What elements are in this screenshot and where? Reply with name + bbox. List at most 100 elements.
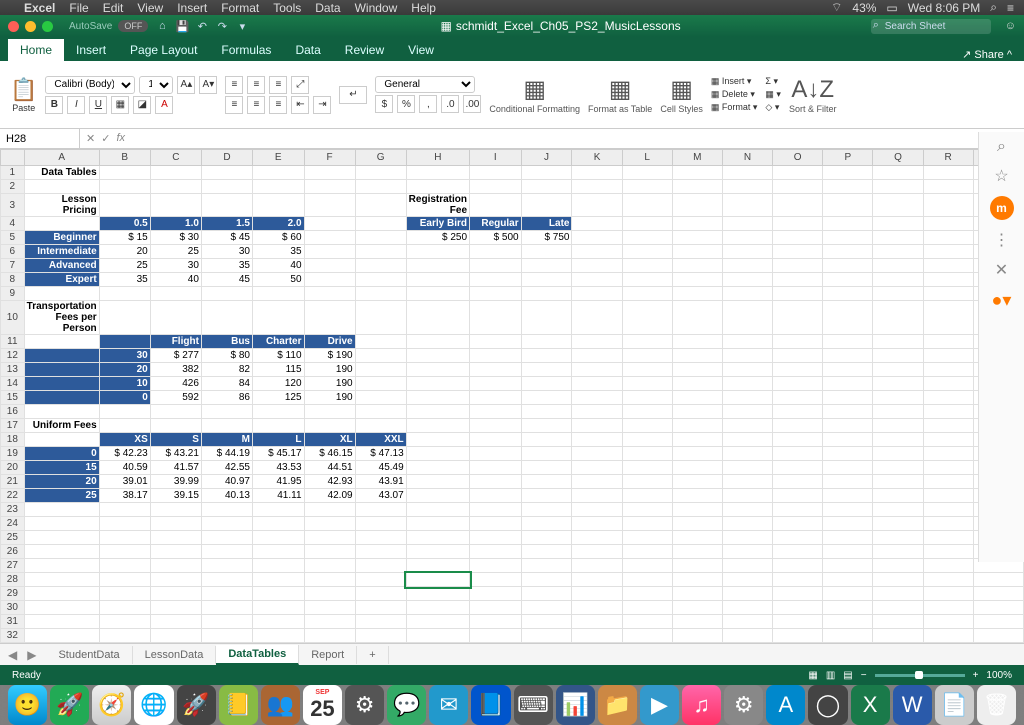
dec-decimal-icon[interactable]: .00: [463, 95, 481, 113]
dock-excel-icon[interactable]: X: [851, 685, 890, 725]
fx-icon[interactable]: fx: [116, 132, 125, 145]
dock-safari-icon[interactable]: 🧭: [92, 685, 131, 725]
italic-button[interactable]: I: [67, 96, 85, 114]
dock-appstore-icon[interactable]: A: [766, 685, 805, 725]
currency-icon[interactable]: $: [375, 95, 393, 113]
percent-icon[interactable]: %: [397, 95, 415, 113]
cell-styles-button[interactable]: ▦Cell Styles: [660, 75, 703, 114]
ribbon-search-icon[interactable]: ⌕: [997, 138, 1006, 156]
notifications-icon[interactable]: ≡: [1007, 1, 1014, 15]
format-as-table-button[interactable]: ▦Format as Table: [588, 75, 652, 114]
close-pane-icon[interactable]: ✕: [995, 260, 1008, 280]
paste-button[interactable]: 📋Paste: [10, 77, 37, 113]
sheet-tab-lessondata[interactable]: LessonData: [133, 646, 217, 664]
wrap-text-icon[interactable]: ↵: [339, 86, 367, 104]
sheet-tab-datatables[interactable]: DataTables: [216, 645, 299, 665]
sort-filter-button[interactable]: A↓ZSort & Filter: [789, 76, 837, 114]
qat-home-icon[interactable]: ⌂: [154, 20, 170, 33]
dock-app7-icon[interactable]: ◯: [808, 685, 847, 725]
menu-help[interactable]: Help: [411, 1, 436, 15]
add-sheet-button[interactable]: +: [357, 646, 388, 664]
sheet-tab-report[interactable]: Report: [299, 646, 357, 664]
tab-view[interactable]: View: [396, 39, 446, 61]
clear-button[interactable]: ◇ ▾: [765, 102, 781, 113]
delete-cells-button[interactable]: ▦ Delete ▾: [711, 89, 758, 100]
spotlight-icon[interactable]: ⌕: [990, 0, 997, 15]
bold-button[interactable]: B: [45, 96, 63, 114]
sheet-nav-prev-icon[interactable]: ◀: [8, 648, 17, 662]
align-top-icon[interactable]: ≡: [225, 76, 243, 94]
menu-view[interactable]: View: [137, 1, 163, 15]
menu-format[interactable]: Format: [221, 1, 259, 15]
dock-settings-icon[interactable]: ⚙: [724, 685, 763, 725]
number-format-selector[interactable]: General: [375, 76, 475, 93]
tab-review[interactable]: Review: [333, 39, 396, 61]
underline-button[interactable]: U: [89, 96, 107, 114]
name-box[interactable]: H28: [0, 129, 80, 148]
dock-launchpad-icon[interactable]: 🚀: [50, 685, 89, 725]
view-page-icon[interactable]: ▥: [826, 670, 835, 681]
menu-data[interactable]: Data: [315, 1, 340, 15]
inc-decimal-icon[interactable]: .0: [441, 95, 459, 113]
dock-calendar-icon[interactable]: SEP25: [303, 685, 342, 725]
qat-more-icon[interactable]: ▾: [234, 20, 250, 33]
dock-contacts-icon[interactable]: 👥: [261, 685, 300, 725]
dock-app3-icon[interactable]: 📘: [471, 685, 510, 725]
dock-app6-icon[interactable]: ▶: [640, 685, 679, 725]
align-bottom-icon[interactable]: ≡: [269, 76, 287, 94]
font-size-selector[interactable]: 11: [139, 76, 173, 94]
menu-insert[interactable]: Insert: [177, 1, 207, 15]
indent-inc-icon[interactable]: ⇥: [313, 96, 331, 114]
zoom-window-button[interactable]: [42, 21, 53, 32]
dock-notes-icon[interactable]: 📒: [219, 685, 258, 725]
sheet-tab-studentdata[interactable]: StudentData: [46, 646, 132, 664]
qat-undo-icon[interactable]: ↶: [194, 20, 210, 33]
menu-tools[interactable]: Tools: [273, 1, 301, 15]
dock-app2-icon[interactable]: ⚙: [345, 685, 384, 725]
menu-edit[interactable]: Edit: [103, 1, 124, 15]
font-color-button[interactable]: A: [155, 96, 173, 114]
search-sheet-input[interactable]: Search Sheet: [871, 19, 991, 34]
border-button[interactable]: ▦: [111, 96, 129, 114]
align-right-icon[interactable]: ≡: [269, 96, 287, 114]
fill-color-button[interactable]: ◪: [133, 96, 151, 114]
user-avatar[interactable]: m: [990, 196, 1014, 220]
menu-file[interactable]: File: [69, 1, 88, 15]
tab-page-layout[interactable]: Page Layout: [118, 39, 209, 61]
view-break-icon[interactable]: ▤: [843, 670, 852, 681]
orientation-icon[interactable]: ⤢: [291, 76, 309, 94]
dock-finder-icon[interactable]: 🙂: [8, 685, 47, 725]
view-normal-icon[interactable]: ▦: [808, 670, 817, 681]
sheet-nav-next-icon[interactable]: ▶: [27, 648, 36, 662]
qat-redo-icon[interactable]: ↷: [214, 20, 230, 33]
dock-terminal-icon[interactable]: ⌨: [514, 685, 553, 725]
tab-home[interactable]: Home: [8, 39, 64, 61]
fill-button[interactable]: ▦ ▾: [765, 89, 781, 100]
autosum-button[interactable]: Σ ▾: [765, 76, 781, 87]
clock[interactable]: Wed 8:06 PM: [908, 1, 980, 15]
menu-window[interactable]: Window: [355, 1, 398, 15]
tab-insert[interactable]: Insert: [64, 39, 118, 61]
insert-cells-button[interactable]: ▦ Insert ▾: [711, 76, 758, 87]
zoom-slider[interactable]: [875, 674, 965, 677]
smiley-feedback-icon[interactable]: ☺: [1005, 20, 1016, 32]
enter-fx-icon[interactable]: ✓: [101, 132, 110, 145]
align-center-icon[interactable]: ≡: [247, 96, 265, 114]
zoom-level[interactable]: 100%: [986, 670, 1012, 681]
decrease-font-icon[interactable]: A▾: [199, 76, 217, 94]
conditional-formatting-button[interactable]: ▦Conditional Formatting: [489, 75, 580, 114]
collapse-pane-icon[interactable]: ●▾: [992, 290, 1012, 311]
indent-dec-icon[interactable]: ⇤: [291, 96, 309, 114]
dock-mail-icon[interactable]: ✉: [429, 685, 468, 725]
dock-app8-icon[interactable]: 📄: [935, 685, 974, 725]
more-icon[interactable]: ⋮: [994, 230, 1010, 250]
font-selector[interactable]: Calibri (Body): [45, 76, 135, 94]
align-middle-icon[interactable]: ≡: [247, 76, 265, 94]
close-window-button[interactable]: [8, 21, 19, 32]
align-left-icon[interactable]: ≡: [225, 96, 243, 114]
format-cells-button[interactable]: ▦ Format ▾: [711, 102, 758, 113]
dock-music-icon[interactable]: ♫: [682, 685, 721, 725]
autosave-toggle[interactable]: OFF: [118, 20, 148, 32]
zoom-in-icon[interactable]: +: [973, 670, 979, 681]
dock-chrome-icon[interactable]: 🌐: [134, 685, 173, 725]
